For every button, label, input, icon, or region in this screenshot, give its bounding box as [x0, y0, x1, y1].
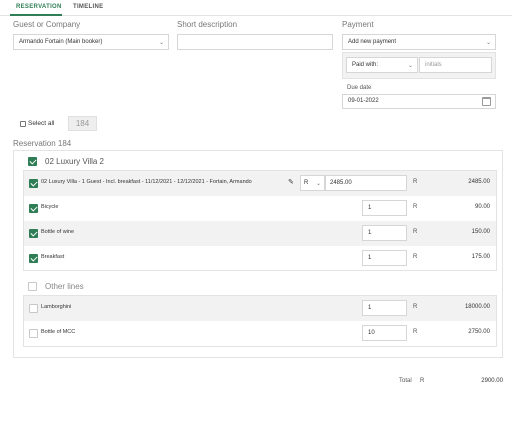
- row-currency: R: [413, 254, 418, 260]
- row-checkbox[interactable]: [29, 304, 38, 313]
- payment-select[interactable]: Add new payment ⌄: [342, 34, 496, 50]
- payment-select-value: Add new payment: [348, 39, 397, 45]
- chevron-down-icon: ⌄: [315, 181, 321, 187]
- row-description: Bottle of wine: [41, 229, 75, 235]
- group-title-villa: 02 Luxury Villa 2: [45, 157, 104, 166]
- row-currency: R: [413, 179, 418, 185]
- quantity-input[interactable]: 1: [362, 200, 407, 216]
- row-checkbox[interactable]: [29, 229, 38, 238]
- group-checkbox-other[interactable]: [28, 282, 37, 291]
- row-amount: 90.00: [474, 204, 490, 210]
- row-currency: R: [413, 304, 418, 310]
- select-all-count: 184: [68, 116, 97, 131]
- currency-select-value: R: [304, 180, 309, 186]
- chevron-down-icon: ⌄: [407, 63, 413, 69]
- short-description-input[interactable]: [177, 34, 333, 50]
- row-amount: 175.00: [471, 254, 490, 260]
- calendar-icon[interactable]: [482, 97, 491, 106]
- table-row: Breakfast 1 R 175.00: [24, 246, 496, 271]
- row-currency: R: [413, 229, 418, 235]
- table-row: Bottle of wine 1 R 150.00: [24, 221, 496, 246]
- paid-with-value: Paid with:: [352, 62, 379, 68]
- active-tab-indicator: [10, 14, 62, 16]
- reservation-title: Reservation 184: [13, 139, 72, 148]
- quantity-input[interactable]: 1: [362, 225, 407, 241]
- row-description: Breakfast: [41, 254, 65, 260]
- tab-bar: RESERVATION TIMELINE: [0, 0, 512, 16]
- group-checkbox-villa[interactable]: [28, 157, 37, 166]
- row-amount: 18000.00: [464, 304, 490, 310]
- quantity-input[interactable]: 10: [362, 325, 407, 341]
- chevron-down-icon: ⌄: [485, 40, 491, 46]
- row-description: Lamborghini: [41, 304, 72, 310]
- total-currency: R: [420, 378, 425, 384]
- payment-label: Payment: [342, 20, 374, 29]
- guest-label: Guest or Company: [13, 20, 81, 29]
- row-checkbox[interactable]: [29, 254, 38, 263]
- price-input[interactable]: 2485.00: [325, 175, 407, 191]
- initials-input[interactable]: initials: [419, 57, 492, 73]
- total-amount: 2900.00: [481, 378, 503, 384]
- table-row: Bottle of MCC 10 R 2750.00: [24, 321, 496, 346]
- pencil-icon[interactable]: ✎: [288, 178, 294, 186]
- total-label: Total: [399, 378, 412, 384]
- guest-value: Armando Fortain (Main booker): [19, 39, 103, 45]
- currency-select[interactable]: R ⌄: [300, 175, 325, 191]
- select-all-label: Select all: [28, 120, 55, 127]
- row-checkbox[interactable]: [29, 329, 38, 338]
- short-description-label: Short description: [177, 20, 238, 29]
- row-checkbox[interactable]: [29, 179, 38, 188]
- paid-with-select[interactable]: Paid with: ⌄: [346, 57, 418, 73]
- group-title-other: Other lines: [45, 282, 84, 291]
- row-amount: 150.00: [471, 229, 490, 235]
- table-row: Lamborghini 1 R 18000.00: [24, 296, 496, 321]
- due-date-input[interactable]: 09-01-2022: [342, 94, 496, 109]
- table-row: 02 Luxury Villa - 1 Guest - Incl. breakf…: [24, 171, 496, 196]
- quantity-input[interactable]: 1: [362, 250, 407, 266]
- row-description: Bicycle: [41, 204, 59, 210]
- chevron-down-icon: ⌄: [158, 40, 164, 46]
- quantity-input[interactable]: 1: [362, 300, 407, 316]
- tab-reservation[interactable]: RESERVATION: [16, 4, 62, 10]
- row-checkbox[interactable]: [29, 204, 38, 213]
- row-description: Bottle of MCC: [41, 329, 76, 335]
- table-row: Bicycle 1 R 90.00: [24, 196, 496, 221]
- due-date-value: 09-01-2022: [348, 98, 379, 104]
- row-currency: R: [413, 329, 418, 335]
- row-currency: R: [413, 204, 418, 210]
- row-amount: 2750.00: [468, 329, 490, 335]
- guest-select[interactable]: Armando Fortain (Main booker) ⌄: [13, 34, 169, 50]
- row-description: 02 Luxury Villa - 1 Guest - Incl. breakf…: [41, 179, 252, 185]
- select-all-checkbox[interactable]: [20, 121, 26, 127]
- row-amount: 2485.00: [468, 179, 490, 185]
- due-date-label: Due date: [347, 85, 372, 91]
- tab-timeline[interactable]: TIMELINE: [73, 4, 103, 10]
